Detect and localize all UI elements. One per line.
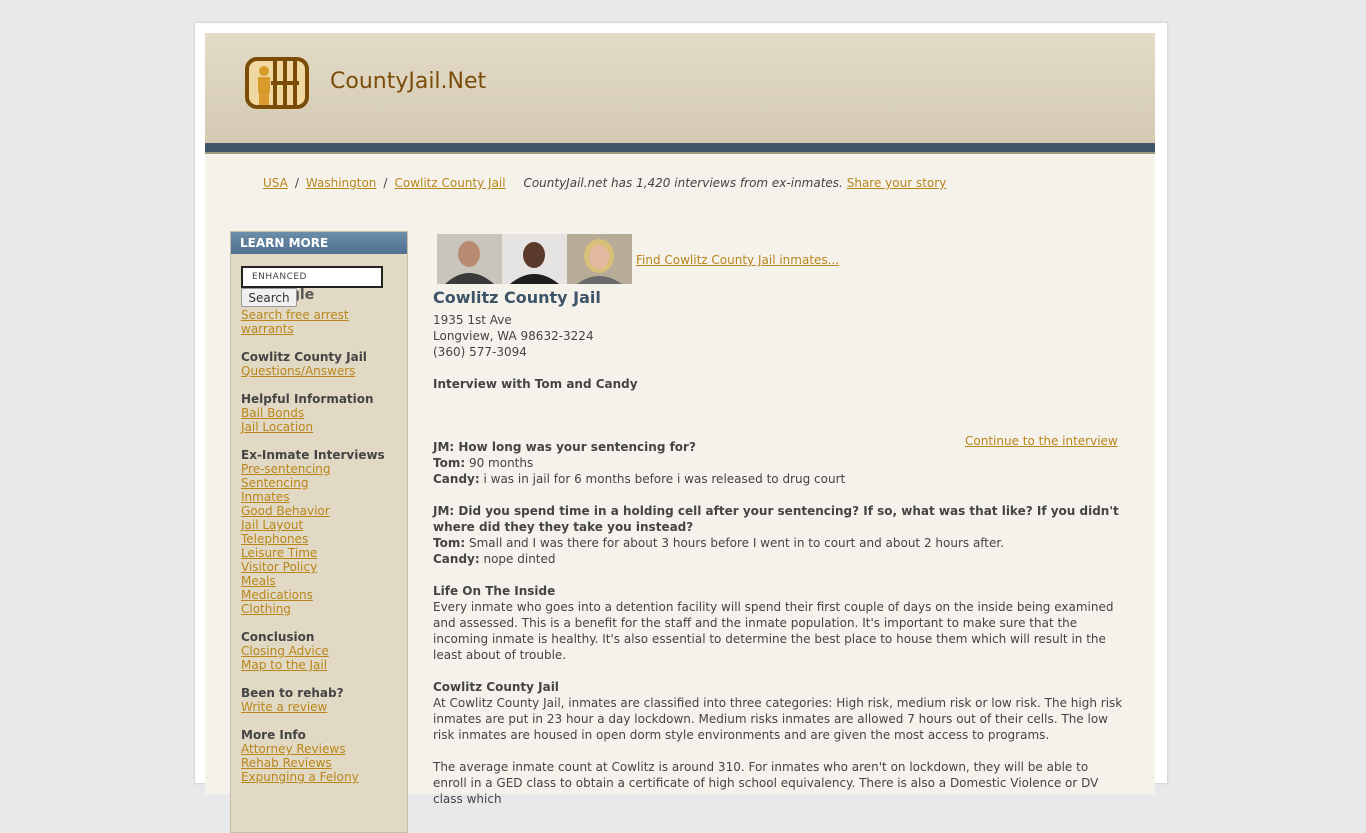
speaker-label: Candy: <box>433 552 480 566</box>
sidebar-link[interactable]: Pre-sentencing <box>241 462 401 476</box>
breadcrumb-separator: / <box>383 176 388 190</box>
sidebar-link[interactable]: Medications <box>241 588 401 602</box>
sidebar-link[interactable]: Attorney Reviews <box>241 742 401 756</box>
site-name[interactable]: CountyJail.Net <box>330 69 486 94</box>
sidebar-section-head: Helpful Information <box>241 392 374 406</box>
sidebar-section-head: Cowlitz County Jail <box>241 350 367 364</box>
sidebar-link[interactable]: Closing Advice <box>241 644 401 658</box>
speaker-label: Candy: <box>433 472 480 486</box>
sidebar-link[interactable]: Leisure Time <box>241 546 401 560</box>
header-divider <box>205 143 1155 152</box>
sidebar-link[interactable]: Write a review <box>241 700 401 714</box>
sidebar-link[interactable]: Inmates <box>241 490 401 504</box>
sidebar-section-head: Ex-Inmate Interviews <box>241 448 385 462</box>
sidebar-section: More Info Attorney Reviews Rehab Reviews… <box>241 728 401 784</box>
sidebar: LEARN MORE ENHANCED BYGoogle Search Sear… <box>230 231 408 833</box>
sidebar-link[interactable]: Telephones <box>241 532 401 546</box>
answer: Candy: nope dinted <box>433 551 1123 567</box>
warrants-link[interactable]: Search free arrest warrants <box>241 308 401 336</box>
inmate-photo[interactable] <box>437 234 502 284</box>
sidebar-link[interactable]: Jail Layout <box>241 518 401 532</box>
sidebar-link[interactable]: Meals <box>241 574 401 588</box>
interview-count-note: CountyJail.net has 1,420 interviews from… <box>523 176 843 190</box>
paragraph: At Cowlitz County Jail, inmates are clas… <box>433 696 1123 742</box>
sidebar-section: Been to rehab? Write a review <box>241 686 401 714</box>
section-heading: Life On The Inside <box>433 584 556 598</box>
paragraph: The average inmate count at Cowlitz is a… <box>433 760 1099 806</box>
answer: Tom: 90 months <box>433 455 1123 471</box>
page-container: CountyJail.Net USA / Washington / Cowlitz Co… <box>194 22 1168 833</box>
jail-address: 1935 1st Ave Longview, WA 98632-3224 (36… <box>433 312 594 360</box>
sidebar-title: LEARN MORE <box>231 232 407 254</box>
answer-text: i was in jail for 6 months before i was … <box>479 472 846 486</box>
page-title: Cowlitz County Jail <box>433 288 601 307</box>
breadcrumb-cowlitz[interactable]: Cowlitz County Jail <box>394 176 505 190</box>
breadcrumb-separator: / <box>294 176 299 190</box>
sidebar-section-head: More Info <box>241 728 306 742</box>
share-story-link[interactable]: Share your story <box>847 176 947 190</box>
address-line: Longview, WA 98632-3224 <box>433 329 594 343</box>
answer-text: nope dinted <box>479 552 556 566</box>
jail-bars-icon[interactable] <box>245 57 309 109</box>
answer: Tom: Small and I was there for about 3 h… <box>433 535 1123 551</box>
sidebar-section: Ex-Inmate Interviews Pre-sentencing Sent… <box>241 448 401 616</box>
content-area: USA / Washington / Cowlitz County Jail Count… <box>205 154 1155 833</box>
paragraph: Every inmate who goes into a detention f… <box>433 600 1114 662</box>
sidebar-link[interactable]: Expunging a Felony <box>241 770 401 784</box>
inmate-photos[interactable] <box>437 234 632 284</box>
sidebar-link[interactable]: Good Behavior <box>241 504 401 518</box>
phone-number: (360) 577-3094 <box>433 345 527 359</box>
search-input[interactable]: ENHANCED BYGoogle <box>241 266 383 303</box>
inmate-photo[interactable] <box>567 234 632 284</box>
continue-interview-link[interactable]: Continue to the interview <box>965 434 1118 448</box>
answer: Candy: i was in jail for 6 months before… <box>433 471 1123 487</box>
answer-text: 90 months <box>465 456 534 470</box>
breadcrumb: USA / Washington / Cowlitz County Jail Count… <box>263 176 946 190</box>
find-inmates-link[interactable]: Find Cowlitz County Jail inmates... <box>636 253 839 267</box>
address-line: 1935 1st Ave <box>433 313 512 327</box>
interview-title: Interview with Tom and Candy <box>433 377 638 391</box>
sidebar-link[interactable]: Questions/Answers <box>241 364 401 378</box>
sidebar-link[interactable]: Bail Bonds <box>241 406 401 420</box>
breadcrumb-usa[interactable]: USA <box>263 176 288 190</box>
sidebar-section: Helpful Information Bail Bonds Jail Loca… <box>241 392 401 434</box>
sidebar-link[interactable]: Map to the Jail <box>241 658 401 672</box>
sidebar-link[interactable]: Sentencing <box>241 476 401 490</box>
sidebar-links: Search free arrest warrants Cowlitz Coun… <box>241 308 401 784</box>
inmate-photo[interactable] <box>502 234 567 284</box>
sidebar-section-head: Been to rehab? <box>241 686 344 700</box>
site-header: CountyJail.Net <box>205 33 1155 143</box>
speaker-label: Tom: <box>433 536 466 550</box>
search-button[interactable]: Search <box>241 288 297 307</box>
sidebar-link[interactable]: Jail Location <box>241 420 401 434</box>
section-heading: Cowlitz County Jail <box>433 680 559 694</box>
sidebar-section: Cowlitz County Jail Questions/Answers <box>241 350 401 378</box>
sidebar-link[interactable]: Visitor Policy <box>241 560 401 574</box>
breadcrumb-washington[interactable]: Washington <box>306 176 377 190</box>
answer-text: Small and I was there for about 3 hours … <box>465 536 1005 550</box>
speaker-label: Tom: <box>433 456 466 470</box>
question: JM: Did you spend time in a holding cell… <box>433 504 1119 534</box>
sidebar-section: Conclusion Closing Advice Map to the Jai… <box>241 630 401 672</box>
sidebar-link[interactable]: Clothing <box>241 602 401 616</box>
sidebar-section-head: Conclusion <box>241 630 315 644</box>
